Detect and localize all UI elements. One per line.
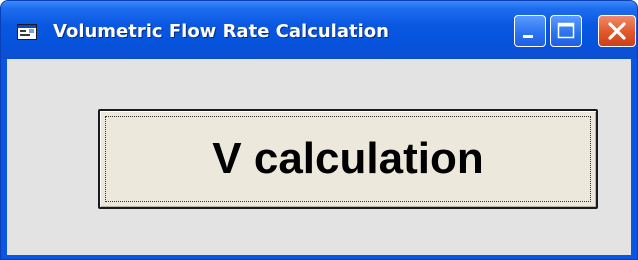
title-bar[interactable]: Volumetric Flow Rate Calculation — [1, 1, 637, 59]
form-client-area: V calculation — [7, 59, 631, 255]
maximize-icon — [557, 22, 575, 39]
minimize-button[interactable] — [514, 15, 546, 47]
close-icon — [608, 22, 626, 40]
minimize-icon — [523, 35, 533, 38]
close-button[interactable] — [598, 15, 636, 47]
v-calculation-button-label: V calculation — [212, 134, 484, 183]
window-title: Volumetric Flow Rate Calculation — [53, 21, 389, 42]
v-calculation-button[interactable]: V calculation — [98, 109, 598, 209]
app-window: Volumetric Flow Rate Calculation V calcu… — [0, 0, 638, 260]
maximize-button[interactable] — [550, 15, 582, 47]
form-app-icon[interactable] — [17, 24, 37, 40]
